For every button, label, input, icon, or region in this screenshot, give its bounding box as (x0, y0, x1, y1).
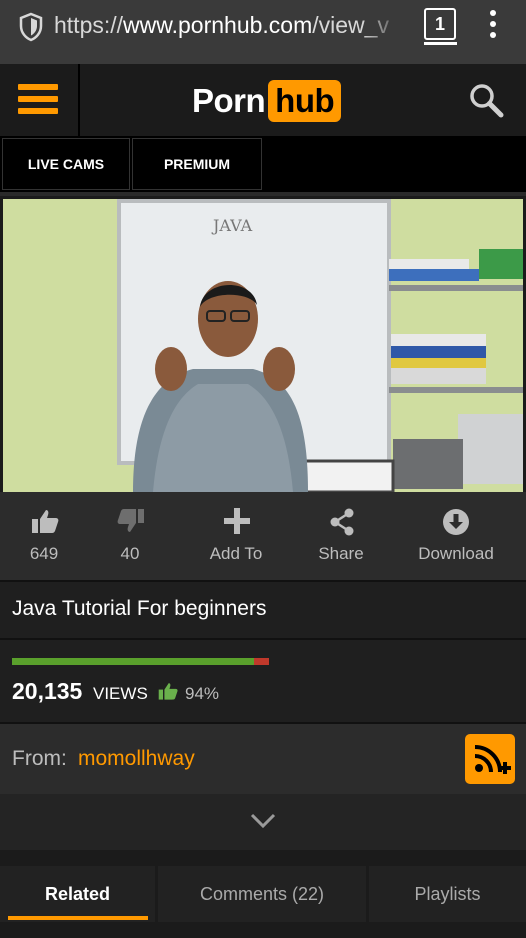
tab-playlists[interactable]: Playlists (369, 866, 526, 922)
subscribe-button[interactable] (465, 734, 515, 784)
rss-add-icon (474, 745, 511, 774)
likes-count: 649 (29, 544, 59, 563)
tab-comments[interactable]: Comments (22) (158, 866, 366, 922)
action-bar (0, 492, 526, 580)
views-label: VIEWS (93, 684, 148, 703)
add-to-icon[interactable] (224, 508, 250, 534)
menu-icon[interactable] (18, 84, 58, 116)
thumbs-up-icon[interactable] (31, 508, 59, 534)
video-title: Java Tutorial For beginners (12, 597, 267, 620)
video-player[interactable]: JAVA (3, 199, 523, 492)
nav-divider (0, 192, 526, 196)
search-icon[interactable] (468, 82, 504, 118)
spacer (0, 850, 526, 866)
download-button[interactable]: Download (412, 544, 500, 564)
url-path: /view_v (312, 12, 389, 38)
dislikes-count: 40 (120, 544, 140, 563)
rating-bar-fill (12, 658, 254, 665)
tab-counter-underline (424, 42, 457, 45)
address-bar[interactable]: https://www.pornhub.com/view_v (54, 12, 404, 39)
chevron-down-icon[interactable] (248, 810, 278, 832)
site-logo[interactable]: Porn hub (192, 78, 342, 124)
live-cams-button[interactable]: LIVE CAMS (2, 138, 130, 190)
thumbs-up-rating-icon (158, 683, 178, 700)
whiteboard-text: JAVA (211, 216, 253, 235)
logo-text-right: hub (268, 80, 342, 122)
active-tab-indicator (8, 916, 148, 920)
share-icon[interactable] (329, 508, 355, 536)
url-scheme: https:// (54, 12, 124, 38)
share-button[interactable]: Share (306, 544, 376, 564)
thumbs-down-icon[interactable] (117, 508, 145, 534)
bottom-strip (0, 922, 526, 938)
views-count: 20,135 (12, 678, 83, 704)
download-icon[interactable] (442, 508, 470, 536)
tab-related[interactable]: Related (0, 866, 155, 922)
premium-button[interactable]: PREMIUM (132, 138, 262, 190)
rating-percent: 94% (185, 684, 220, 703)
tab-counter-button[interactable]: 1 (424, 8, 456, 40)
uploader-link[interactable]: momollhway (78, 747, 195, 771)
video-thumbnail: JAVA (3, 199, 523, 492)
more-options-icon[interactable] (486, 10, 500, 40)
url-host: www.pornhub.com (123, 12, 313, 38)
logo-text-left: Porn (192, 82, 266, 119)
shield-icon[interactable] (18, 12, 44, 42)
header-divider (78, 64, 80, 136)
from-label: From: (12, 747, 67, 770)
add-to-button[interactable]: Add To (196, 544, 276, 564)
